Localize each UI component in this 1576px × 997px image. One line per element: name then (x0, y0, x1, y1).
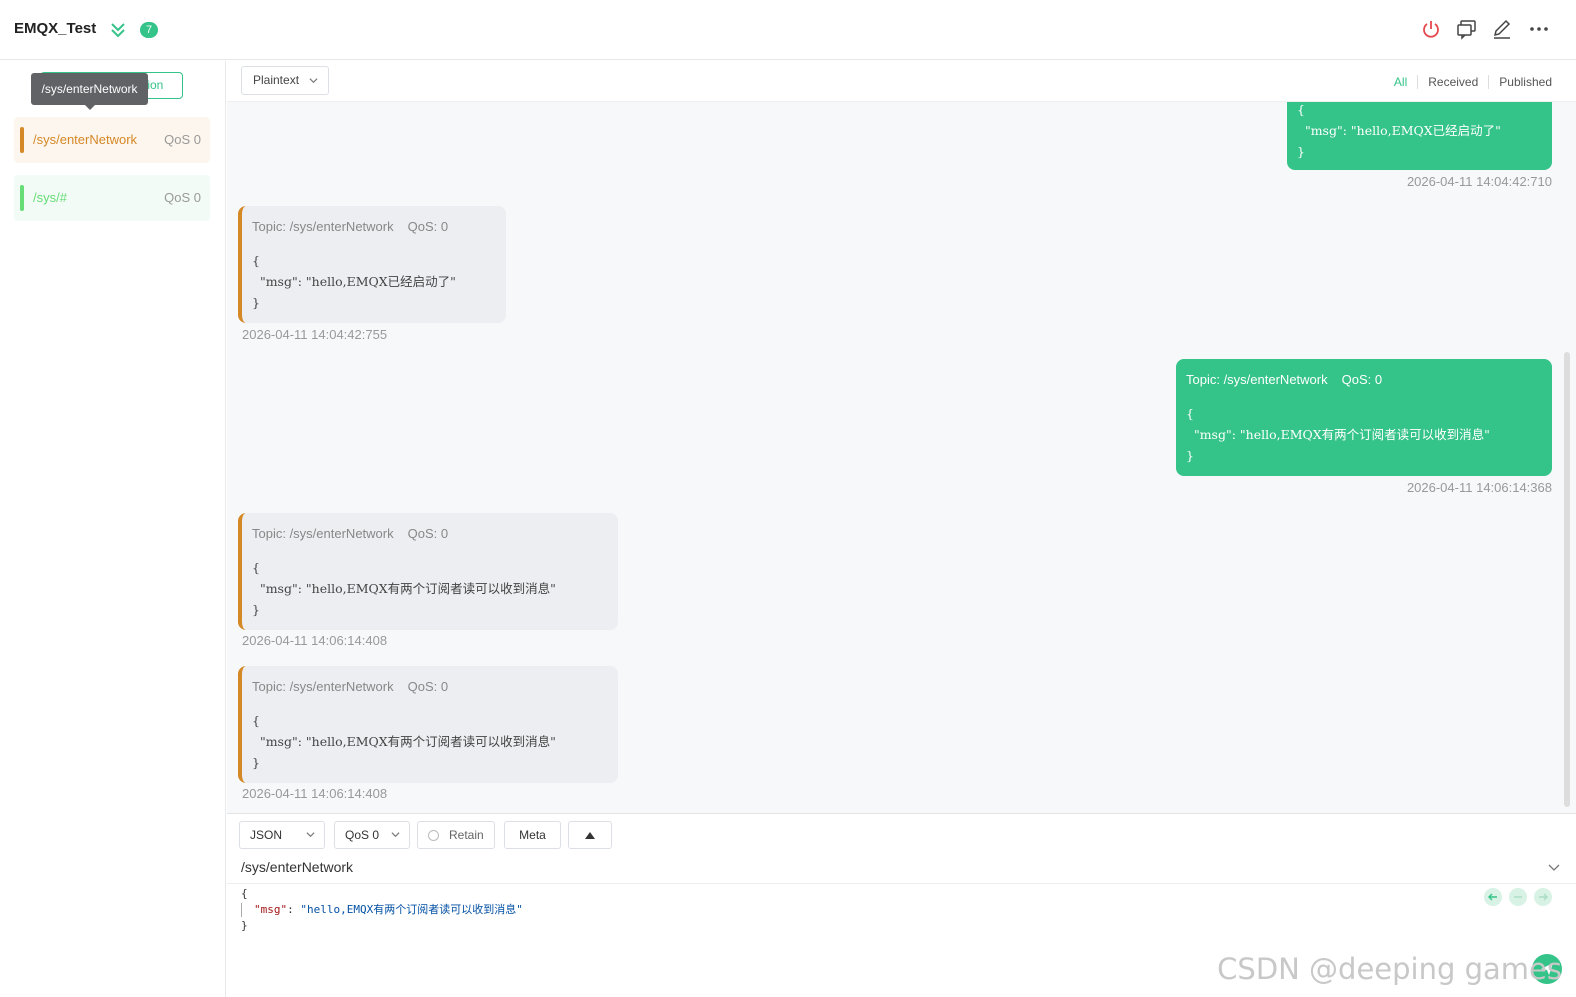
publish-topic-input[interactable]: /sys/enterNetwork (241, 859, 353, 875)
chevron-down-icon[interactable] (1548, 862, 1560, 874)
subscription-color-bar (20, 127, 24, 153)
message-payload: { "msg": "hello,EMQX已经启动了" } (252, 253, 456, 310)
subscription-topic: /sys/# (33, 190, 67, 205)
retain-checkbox[interactable]: Retain (417, 821, 495, 849)
editor-line: "msg": "hello,EMQX有两个订阅者读可以收到消息" (241, 902, 523, 918)
editor-key: "msg" (254, 903, 288, 916)
retain-label: Retain (449, 828, 484, 842)
message-composer: JSON QoS 0 Retain Meta /sys/enterNetwork… (227, 813, 1576, 997)
message-topic: Topic: /sys/enterNetwork (252, 219, 394, 234)
subscription-color-bar (20, 185, 24, 211)
indent-guide (241, 903, 242, 917)
tooltip-arrow (84, 104, 96, 110)
message-payload: { "msg": "hello,EMQX有两个订阅者读可以收到消息" } (252, 713, 556, 770)
arrow-left-icon (1488, 893, 1497, 901)
qos-value: QoS 0 (345, 828, 380, 842)
retain-radio-icon (428, 830, 439, 841)
message-timestamp: 2026-04-11 14:06:14:408 (242, 786, 388, 801)
message-qos: QoS: 0 (407, 219, 449, 234)
message-timestamp: 2026-04-11 14:04:42:755 (242, 327, 388, 342)
message-topic: Topic: /sys/enterNetwork (252, 526, 394, 541)
topic-tooltip: /sys/enterNetwork (31, 73, 148, 105)
message-list-scrollbar[interactable] (1564, 352, 1570, 807)
payload-type-value: Plaintext (253, 73, 300, 87)
filter-tab-all[interactable]: All (1384, 75, 1417, 89)
editor-line: } (241, 919, 248, 932)
connection-header: EMQX_Test 7 (0, 0, 1576, 60)
editor-line: { (241, 887, 248, 900)
power-icon[interactable] (1420, 18, 1442, 40)
subscription-topic: /sys/enterNetwork (33, 132, 138, 147)
unread-count-badge: 7 (140, 22, 158, 38)
editor-value: "hello,EMQX有两个订阅者读可以收到消息" (300, 903, 523, 916)
message-meta: Topic: /sys/enterNetwork QoS: 0 (252, 679, 448, 694)
chevron-down-icon (391, 832, 400, 838)
payload-format-value: JSON (250, 828, 283, 842)
message-timestamp: 2026-04-11 14:06:14:368 (1406, 480, 1552, 495)
message-timestamp: 2026-04-11 14:04:42:710 (1406, 174, 1552, 189)
minus-icon (1514, 896, 1522, 898)
message-qos: QoS: 0 (407, 679, 449, 694)
message-payload: { "msg": "hello,EMQX已经启动了" } (1297, 102, 1501, 159)
message-meta: Topic: /sys/enterNetwork QoS: 0 (252, 219, 448, 234)
edit-icon[interactable] (1491, 18, 1513, 40)
received-message[interactable]: Topic: /sys/enterNetwork QoS: 0 { "msg": … (238, 666, 618, 783)
chevron-down-icon (306, 832, 315, 838)
watermark: CSDN @deeping games (1217, 952, 1562, 986)
message-payload: { "msg": "hello,EMQX有两个订阅者读可以收到消息" } (1186, 406, 1490, 463)
message-qos: QoS: 0 (407, 526, 449, 541)
chat-icon[interactable] (1456, 18, 1478, 40)
message-filter-tabs: All Received Published (1384, 75, 1562, 89)
published-message[interactable]: Topic: /sys/enterNetwork QoS: 0 { "msg": … (1176, 359, 1552, 476)
payload-type-select[interactable]: Plaintext (241, 66, 329, 95)
message-list[interactable]: { "msg": "hello,EMQX已经启动了" } 2026-04-11 … (227, 102, 1576, 813)
subscription-qos: QoS 0 (164, 132, 201, 147)
subscription-sidebar: + New Subscription /sys/enterNetwork /sy… (0, 61, 226, 997)
meta-button[interactable]: Meta (504, 821, 561, 849)
expand-button[interactable] (568, 821, 612, 849)
chevron-down-icon (309, 78, 318, 84)
subscription-item[interactable]: /sys/# QoS 0 (14, 175, 210, 221)
message-qos: QoS: 0 (1341, 372, 1383, 387)
history-prev-button[interactable] (1484, 888, 1502, 906)
connection-name: EMQX_Test (14, 20, 97, 37)
editor-colon: : (287, 903, 301, 916)
filter-tab-received[interactable]: Received (1417, 75, 1488, 89)
received-message[interactable]: Topic: /sys/enterNetwork QoS: 0 { "msg": … (238, 206, 506, 323)
message-timestamp: 2026-04-11 14:06:14:408 (242, 633, 388, 648)
qos-select[interactable]: QoS 0 (334, 821, 410, 849)
composer-divider (227, 883, 1576, 884)
arrow-right-icon (1539, 893, 1548, 901)
toggle-collapse-icon[interactable] (108, 20, 128, 40)
message-payload: { "msg": "hello,EMQX有两个订阅者读可以收到消息" } (252, 560, 556, 617)
message-topic: Topic: /sys/enterNetwork (252, 679, 394, 694)
filter-tab-published[interactable]: Published (1488, 75, 1562, 89)
app-window: EMQX_Test 7 + New Subscription /sys/ente… (0, 0, 1576, 997)
more-icon[interactable] (1528, 18, 1550, 40)
published-message[interactable]: { "msg": "hello,EMQX已经启动了" } (1287, 102, 1552, 170)
triangle-up-icon (585, 832, 595, 839)
received-message[interactable]: Topic: /sys/enterNetwork QoS: 0 { "msg": … (238, 513, 618, 630)
message-topic: Topic: /sys/enterNetwork (1186, 372, 1328, 387)
payload-format-select[interactable]: JSON (239, 821, 325, 849)
history-clear-button[interactable] (1509, 888, 1527, 906)
subscription-qos: QoS 0 (164, 190, 201, 205)
subscription-item[interactable]: /sys/enterNetwork QoS 0 (14, 117, 210, 163)
message-meta: Topic: /sys/enterNetwork QoS: 0 (1186, 372, 1382, 387)
message-toolbar: Plaintext All Received Published (227, 61, 1576, 102)
history-next-button[interactable] (1534, 888, 1552, 906)
payload-editor[interactable]: { "msg": "hello,EMQX有两个订阅者读可以收到消息" } (241, 886, 523, 934)
message-meta: Topic: /sys/enterNetwork QoS: 0 (252, 526, 448, 541)
